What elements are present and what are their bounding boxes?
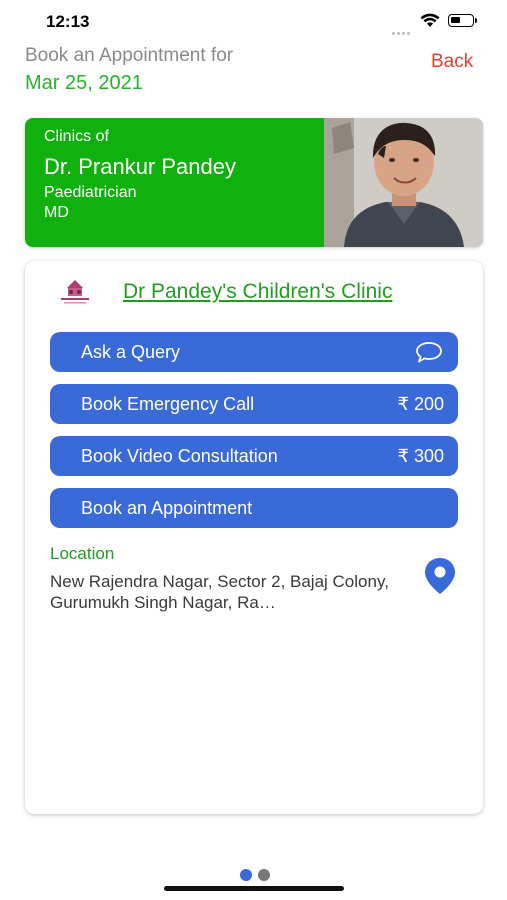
cellular-signal-icon <box>392 22 412 40</box>
page-indicator[interactable] <box>240 868 276 886</box>
back-button[interactable]: Back <box>431 51 473 73</box>
clinic-card: Dr Pandey's Children's Clinic Ask a Quer… <box>25 261 483 814</box>
book-emergency-call-button[interactable]: Book Emergency Call ₹ 200 <box>50 384 458 424</box>
book-emergency-call-label: Book Emergency Call <box>81 393 255 414</box>
status-time: 12:13 <box>46 12 90 31</box>
doctor-name: Dr. Prankur Pandey <box>44 154 236 179</box>
chat-bubble-icon <box>416 342 442 363</box>
emergency-call-price: ₹ 200 <box>397 393 445 414</box>
battery-tip <box>475 18 477 23</box>
clinic-logo <box>55 278 95 306</box>
location-label: Location <box>50 544 115 563</box>
ask-query-label: Ask a Query <box>81 341 181 362</box>
appointment-date: Mar 25, 2021 <box>25 72 143 94</box>
clinic-name-link[interactable]: Dr Pandey's Children's Clinic <box>123 280 392 304</box>
battery-icon <box>448 14 474 27</box>
page-title: Book an Appointment for <box>25 45 234 66</box>
map-pin-icon[interactable] <box>423 557 457 595</box>
wifi-icon <box>420 13 440 27</box>
doctor-photo <box>324 118 483 247</box>
book-appointment-label: Book an Appointment <box>81 497 253 518</box>
home-indicator[interactable] <box>164 886 344 891</box>
doctor-degree: MD <box>44 204 69 221</box>
video-consultation-price: ₹ 300 <box>397 445 445 466</box>
ask-query-button[interactable]: Ask a Query <box>50 332 458 372</box>
page-dot-inactive[interactable] <box>258 869 270 881</box>
doctor-specialty: Paediatrician <box>44 184 137 201</box>
doctor-banner: Clinics of Dr. Prankur Pandey Paediatric… <box>25 118 483 247</box>
book-video-consultation-label: Book Video Consultation <box>81 445 278 466</box>
page-dot-active[interactable] <box>240 869 252 881</box>
book-video-consultation-button[interactable]: Book Video Consultation ₹ 300 <box>50 436 458 476</box>
clinics-of-label: Clinics of <box>44 128 109 145</box>
location-address: New Rajendra Nagar, Sector 2, Bajaj Colo… <box>50 572 389 612</box>
book-appointment-button[interactable]: Book an Appointment <box>50 488 458 528</box>
status-bar: 12:13 <box>0 0 507 44</box>
